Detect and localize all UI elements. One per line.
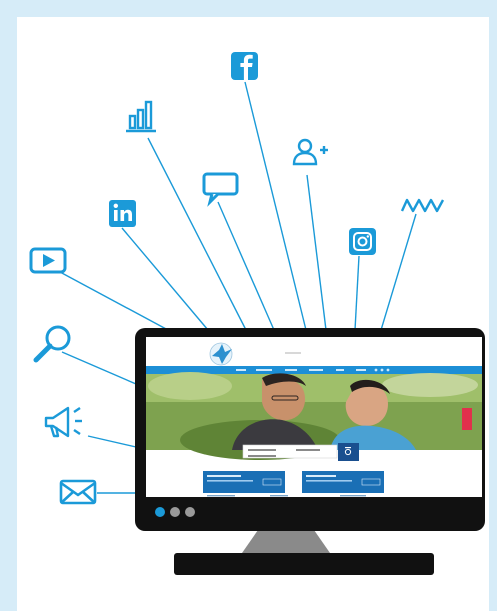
carousel-dot-active [155, 507, 165, 517]
site-search-bar [242, 443, 359, 461]
add-user-icon [292, 138, 328, 166]
bar-chart-icon [126, 100, 156, 133]
site-logo [209, 342, 233, 366]
activity-line-icon [400, 198, 445, 213]
instagram-icon [349, 228, 376, 255]
carousel-dot [170, 507, 180, 517]
carousel-dot [185, 507, 195, 517]
search-icon [33, 325, 71, 363]
carousel-dots [155, 507, 195, 517]
monitor-stand [174, 530, 434, 575]
chat-bubble-icon [202, 172, 239, 207]
facebook-icon [231, 52, 258, 80]
monitor [135, 328, 485, 531]
mail-icon [59, 479, 97, 505]
megaphone-icon [44, 406, 82, 438]
illustration [29, 52, 485, 575]
play-button-icon [29, 247, 67, 274]
linkedin-icon [109, 200, 136, 227]
monitor-screen [146, 337, 482, 497]
